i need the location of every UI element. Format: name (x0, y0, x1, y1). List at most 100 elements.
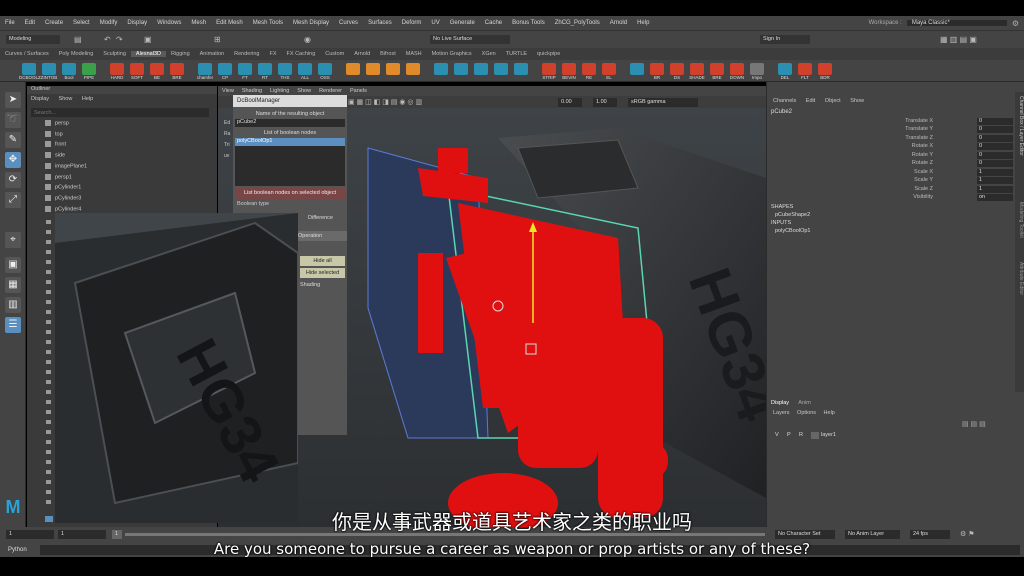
shelf-tool-icon[interactable]: Bool (62, 63, 76, 80)
shelf-tab[interactable]: Sculpting (98, 51, 131, 57)
shelf-tool-icon[interactable]: RE (582, 63, 596, 80)
move-tool-icon[interactable]: ✥ (5, 152, 21, 168)
shelf-tool-icon[interactable]: BDR (818, 63, 832, 80)
shelf-tab[interactable]: FX Caching (282, 51, 321, 57)
shelf-tab[interactable]: Bifrost (375, 51, 401, 57)
shelf-tool-icon[interactable]: DEL (778, 63, 792, 80)
render-icon[interactable]: ◉ (304, 35, 311, 44)
outliner-item[interactable]: persp1 (27, 174, 217, 184)
folder-icon[interactable]: ▤ (74, 35, 82, 44)
attr-row[interactable]: Rotate Z0 (767, 160, 1017, 168)
viewport-menu-shading[interactable]: Shading (238, 88, 266, 94)
select-tool-icon[interactable]: ➤ (5, 92, 21, 108)
list-selected-button[interactable]: List boolean nodes on selected object (235, 188, 345, 199)
shelf-tool-icon[interactable]: ZINTOB (41, 63, 57, 80)
shelf-tool-icon[interactable] (474, 63, 488, 75)
shelf-tool-icon[interactable]: Impo (750, 63, 764, 80)
shelf-tool-icon[interactable]: BRE (710, 63, 724, 80)
menu-arnold[interactable]: Arnold (605, 20, 632, 26)
shelf-tool-icon[interactable]: SHADE (689, 63, 705, 80)
gamma-field[interactable]: 1.00 (593, 98, 617, 107)
difference-radio[interactable]: Difference (298, 213, 347, 221)
lasso-tool-icon[interactable]: ➰ (5, 112, 21, 128)
shelf-tool-icon[interactable] (630, 63, 644, 75)
outliner-menu-display[interactable]: Display (31, 96, 49, 102)
outliner-item[interactable]: persp (27, 120, 217, 130)
exposure-field[interactable]: 0.00 (558, 98, 582, 107)
shelf-tool-icon[interactable]: SOFT (130, 63, 144, 80)
menu-mesh[interactable]: Mesh (186, 20, 211, 26)
outliner-item[interactable]: front (27, 141, 217, 151)
menu-mesh-display[interactable]: Mesh Display (288, 20, 334, 26)
shelf-tool-icon[interactable] (346, 63, 360, 75)
shelf-tool-icon[interactable]: FT (238, 63, 252, 80)
shelf-tool-icon[interactable] (494, 63, 508, 75)
channels-menu[interactable]: Channels (773, 98, 796, 104)
rotate-tool-icon[interactable]: ⟳ (5, 172, 21, 188)
single-view-icon[interactable]: ▣ (5, 257, 21, 273)
menu-edit[interactable]: Edit (20, 20, 40, 26)
attr-row[interactable]: Visibility on (767, 194, 1017, 202)
layer-tab-display[interactable]: Display (771, 400, 789, 406)
menu-display[interactable]: Display (122, 20, 152, 26)
workspace-select[interactable]: Maya Classic* (906, 20, 1007, 26)
shelf-tool-icon[interactable]: DS (670, 63, 684, 80)
menu-file[interactable]: File (0, 20, 20, 26)
shelf-tool-icon[interactable]: PIPE (82, 63, 96, 80)
attr-row[interactable]: Translate Z0 (767, 135, 1017, 143)
shelf-tool-icon[interactable] (406, 63, 420, 75)
last-tool-icon[interactable]: ⌖ (5, 232, 21, 248)
viewport-menu-show[interactable]: Show (293, 88, 315, 94)
attr-row[interactable]: Scale X1 (767, 169, 1017, 177)
attr-row[interactable]: Scale Z1 (767, 186, 1017, 194)
layer-create-icons[interactable]: ▤ ▤ ▤ (962, 420, 986, 428)
outliner-menu-help[interactable]: Help (82, 96, 93, 102)
menu-bonus-tools[interactable]: Bonus Tools (507, 20, 550, 26)
operation-button[interactable]: Operation (298, 231, 347, 241)
shelf-tab[interactable]: TURTLE (501, 51, 532, 57)
shape-node-name[interactable]: pCubeShape2 (775, 212, 810, 218)
shelf-tab[interactable]: MASH (401, 51, 427, 57)
channel-object-menu[interactable]: Object (825, 98, 841, 104)
menu-surfaces[interactable]: Surfaces (363, 20, 397, 26)
outliner-menu-show[interactable]: Show (59, 96, 73, 102)
hide-all-button[interactable]: Hide all (300, 256, 345, 266)
layers-menu[interactable]: Layers (773, 410, 790, 416)
color-space-select[interactable]: sRGB gamma (628, 98, 698, 107)
shelf-tab[interactable]: Custom (320, 51, 349, 57)
shelf-tab-active[interactable]: Alesnal3D (130, 51, 166, 57)
menu-help[interactable]: Help (632, 20, 654, 26)
viewport-menu-panels[interactable]: Panels (346, 88, 371, 94)
channel-show-menu[interactable]: Show (850, 98, 864, 104)
menu-windows[interactable]: Windows (152, 20, 186, 26)
paint-select-icon[interactable]: ✎ (5, 132, 21, 148)
shelf-tool-icon[interactable]: DCBOOLZ (19, 63, 41, 80)
undo-icon[interactable]: ↶ (104, 35, 111, 44)
shelf-tab[interactable]: XGen (477, 51, 501, 57)
attr-row[interactable]: Rotate X0 (767, 143, 1017, 151)
shelf-tool-icon[interactable] (366, 63, 380, 75)
menu-deform[interactable]: Deform (397, 20, 427, 26)
shelf-tool-icon[interactable]: OSS (318, 63, 332, 80)
shelf-tab[interactable]: Motion Graphics (427, 51, 477, 57)
snap-grid-icon[interactable]: ⊞ (214, 35, 221, 44)
menu-modify[interactable]: Modify (95, 20, 123, 26)
layer-tab-anim[interactable]: Anim (798, 400, 811, 406)
shelf-tool-icon[interactable]: CP (218, 63, 232, 80)
channel-edit-menu[interactable]: Edit (806, 98, 815, 104)
shelf-tab[interactable]: quickpipe (532, 51, 565, 57)
menu-zhcg-polytools[interactable]: ZhCG_PolyTools (550, 20, 605, 26)
layer-color-swatch[interactable] (811, 432, 819, 439)
outliner-search-input[interactable] (31, 108, 209, 117)
attr-row[interactable]: Rotate Y0 (767, 152, 1017, 160)
shelf-tab[interactable]: Rigging (166, 51, 195, 57)
shelf-tool-icon[interactable]: STRIP (542, 63, 556, 80)
shelf-tab[interactable]: FX (265, 51, 282, 57)
menu-select[interactable]: Select (68, 20, 95, 26)
side-tab-channel-box[interactable]: Channel Box / Layer Editor (1018, 96, 1024, 156)
outliner-item[interactable]: top (27, 131, 217, 141)
four-view-icon[interactable]: ▦ (5, 277, 21, 293)
shelf-tab[interactable]: Animation (195, 51, 229, 57)
viewport-menu-lighting[interactable]: Lighting (266, 88, 293, 94)
shelf-tool-icon[interactable]: chamfer (197, 63, 213, 80)
